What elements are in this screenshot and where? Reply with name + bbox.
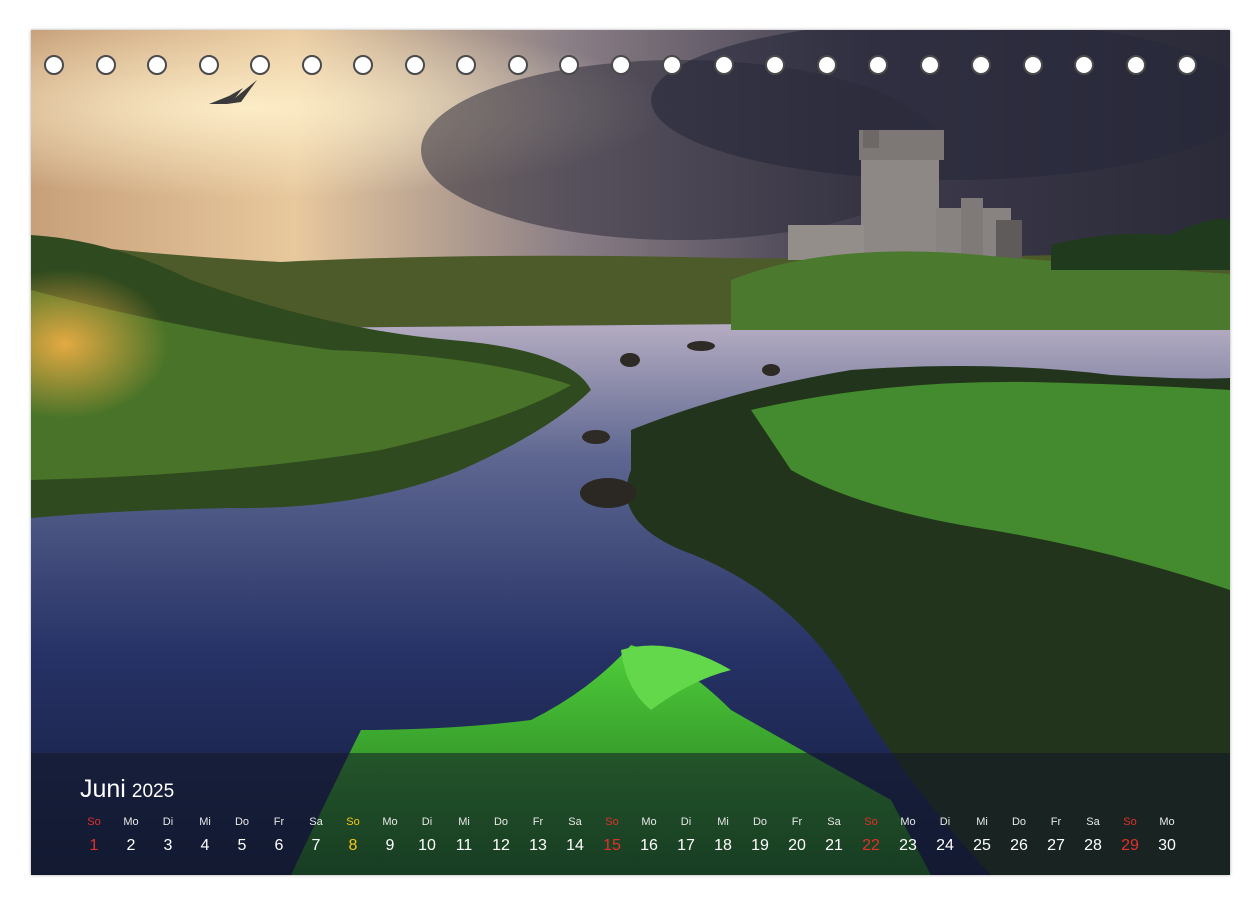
day-number: 15 [603, 837, 621, 854]
weekday-label: Mi [717, 816, 729, 828]
binding-hole [198, 55, 219, 75]
day-number: 19 [751, 837, 769, 854]
day-number: 1 [89, 837, 99, 854]
weekday-label: So [605, 816, 619, 828]
weekday-label: Do [752, 816, 768, 828]
binding-hole [250, 55, 270, 75]
weekday-label: Sa [309, 816, 323, 828]
weekday-label: So [346, 816, 360, 828]
calendar-strip: Juni 2025 So 1 Mo 2 Di 3 Mi 4 Do 5 Fr 6 Sa 7 So 8 Mo 9 Di 10… [31, 753, 1230, 875]
day-number: 27 [1047, 837, 1065, 854]
weekday-label: Di [939, 816, 951, 828]
calendar-page: Juni 2025 So 1 Mo 2 Di 3 Mi 4 Do 5 Fr 6 Sa 7 So 8 Mo 9 Di 10… [31, 30, 1230, 875]
binding-hole [868, 55, 888, 75]
day-number: 18 [714, 837, 732, 854]
weekday-label: Di [162, 816, 174, 828]
weekday-label: Mo [1159, 816, 1175, 828]
weekday-label: So [87, 816, 101, 828]
day-number: 4 [200, 837, 210, 854]
month-name: Juni [80, 775, 126, 803]
binding-hole [610, 55, 631, 75]
day-number: 13 [529, 837, 547, 854]
day-number: 25 [973, 837, 991, 854]
weekday-label: Fr [273, 816, 285, 828]
day-number: 5 [237, 837, 247, 854]
binding-hole [301, 55, 322, 75]
binding-hole [1022, 55, 1043, 75]
binding-hole [765, 55, 785, 75]
weekday-label: Mo [123, 816, 139, 828]
weekday-label: Fr [791, 816, 803, 828]
month-title: Juni 2025 [80, 775, 174, 804]
day-number: 20 [788, 837, 806, 854]
binding-holes [31, 55, 1230, 81]
day-number: 6 [274, 837, 284, 854]
day-number: 26 [1010, 837, 1028, 854]
day-number: 21 [825, 837, 843, 854]
binding-hole [559, 55, 579, 75]
day-number: 24 [936, 837, 954, 854]
day-number: 7 [311, 837, 321, 854]
weekday-label: Di [680, 816, 692, 828]
binding-hole [147, 55, 167, 75]
day-number: 12 [492, 837, 510, 854]
day-number: 11 [455, 837, 473, 854]
day-number: 17 [677, 837, 695, 854]
binding-hole [95, 55, 116, 75]
day-number: 29 [1121, 837, 1139, 854]
weekday-label: So [864, 816, 878, 828]
binding-hole [816, 55, 837, 75]
weekday-label: Fr [532, 816, 544, 828]
binding-hole [662, 55, 682, 75]
binding-hole [1074, 55, 1094, 75]
day-number: 23 [899, 837, 917, 854]
binding-hole [404, 55, 425, 75]
weekday-label: Mo [641, 816, 657, 828]
weekday-label: Do [234, 816, 250, 828]
day-number: 16 [640, 837, 658, 854]
weekday-label: Sa [568, 816, 582, 828]
weekday-label: Sa [827, 816, 841, 828]
weekday-label: So [1123, 816, 1137, 828]
day-number: 10 [418, 837, 436, 854]
day-number: 3 [163, 837, 173, 854]
binding-hole [44, 55, 64, 75]
binding-hole [1125, 55, 1146, 75]
day-number: 8 [348, 837, 358, 854]
weekday-label: Mi [458, 816, 470, 828]
day-number: 14 [566, 837, 584, 854]
weekday-label: Do [493, 816, 509, 828]
weekday-label: Mo [900, 816, 916, 828]
day-number: 22 [862, 837, 880, 854]
binding-hole [971, 55, 991, 75]
day-number: 9 [385, 837, 395, 854]
landscape-photo [31, 30, 1230, 875]
weekday-label: Di [421, 816, 433, 828]
binding-hole [507, 55, 528, 75]
day-number: 2 [126, 837, 136, 854]
weekday-label: Mo [382, 816, 398, 828]
binding-hole [1177, 55, 1197, 75]
weekday-label: Mi [199, 816, 211, 828]
binding-hole [713, 55, 734, 75]
year: 2025 [131, 781, 175, 802]
weekday-label: Fr [1050, 816, 1062, 828]
binding-hole [919, 55, 940, 75]
binding-hole [353, 55, 373, 75]
day-number: 30 [1158, 837, 1176, 854]
weekday-label: Do [1011, 816, 1027, 828]
weekday-label: Sa [1086, 816, 1100, 828]
binding-hole [456, 55, 476, 75]
day-number: 28 [1084, 837, 1102, 854]
weekday-label: Mi [976, 816, 988, 828]
